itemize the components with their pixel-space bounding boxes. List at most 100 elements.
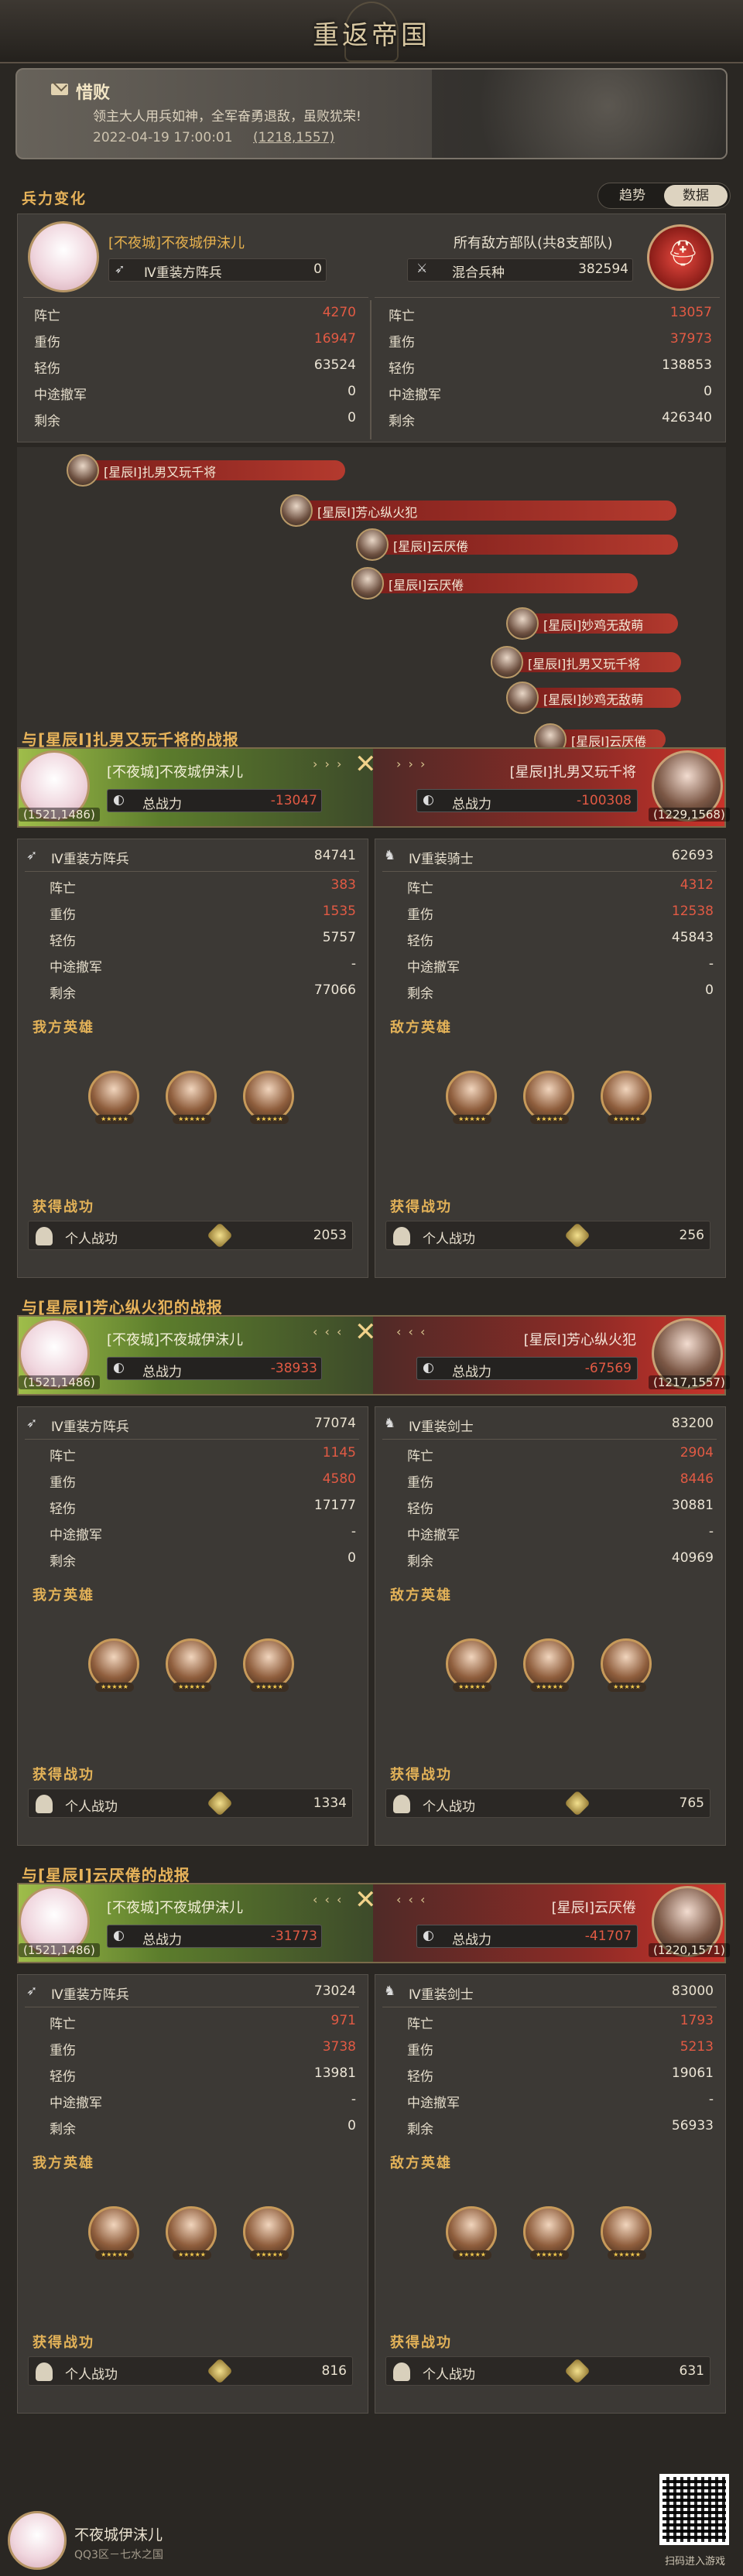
my-hero-portrait[interactable]: ★★★★★ xyxy=(243,2206,294,2260)
my-hero-portrait[interactable]: ★★★★★ xyxy=(88,1071,139,1124)
player-coord[interactable]: (1521,1486) xyxy=(19,808,100,822)
my-unit-count: 73024 xyxy=(313,1983,356,1999)
enemy-hero-portrait[interactable]: ★★★★★ xyxy=(601,2206,652,2260)
my-hero-portrait[interactable]: ★★★★★ xyxy=(166,1638,217,1692)
my-unit-type: Ⅳ重装方阵兵 xyxy=(51,852,129,867)
mine-force-value: 16947 xyxy=(313,331,356,347)
my-merit-value: 816 xyxy=(321,2363,347,2379)
my-hero-portrait[interactable]: ★★★★★ xyxy=(88,2206,139,2260)
personal-merit-label: 个人战功 xyxy=(65,1799,118,1815)
crossed-swords-icon: ✕ xyxy=(354,1884,377,1915)
my-row-label: 阵亡 xyxy=(50,881,76,897)
enemy-hero-portrait[interactable]: ★★★★★ xyxy=(446,1638,497,1692)
helmet-icon: ⛑ xyxy=(667,238,699,268)
enemy-merit-title: 获得战功 xyxy=(390,1199,452,1215)
enemy-hero-portrait[interactable]: ★★★★★ xyxy=(523,2206,574,2260)
player-avatar xyxy=(28,221,99,292)
hero-star-rating: ★★★★★ xyxy=(453,1683,491,1692)
total-power-label: 总战力 xyxy=(452,797,491,812)
enemy-coord[interactable]: (1217,1557) xyxy=(649,1375,730,1389)
mine-force-value: 0 xyxy=(348,410,356,425)
my-row-value: 77066 xyxy=(313,982,356,998)
spear-icon: ➶ xyxy=(26,1983,38,1999)
divider xyxy=(25,1439,359,1440)
helmet-merit-icon xyxy=(36,2362,53,2381)
battle-coord-link[interactable]: (1218,1557) xyxy=(253,130,334,145)
personal-merit-label: 个人战功 xyxy=(423,1799,475,1815)
enemy-hero-portrait[interactable]: ★★★★★ xyxy=(601,1071,652,1124)
my-hero-portrait[interactable]: ★★★★★ xyxy=(88,1638,139,1692)
my-row-label: 轻伤 xyxy=(50,2069,76,2085)
personal-merit-label: 个人战功 xyxy=(65,2367,118,2383)
game-logo: 重返帝国 xyxy=(313,20,430,51)
enemy-row-label: 轻伤 xyxy=(407,934,433,949)
my-hero-portrait[interactable]: ★★★★★ xyxy=(243,1071,294,1124)
enemy-hero-portrait[interactable]: ★★★★★ xyxy=(446,1071,497,1124)
enemy-hero-portrait[interactable]: ★★★★★ xyxy=(446,2206,497,2260)
hero-star-rating: ★★★★★ xyxy=(530,1683,569,1692)
my-row-value: 13981 xyxy=(313,2065,356,2081)
enemy-name: [星辰Ⅰ]云厌倦 xyxy=(551,1900,636,1916)
enemy-force-value: 426340 xyxy=(662,410,712,425)
my-unit-type: Ⅳ重装方阵兵 xyxy=(51,1420,129,1435)
enemy-hero-portrait[interactable]: ★★★★★ xyxy=(601,1638,652,1692)
enemy-power-value: -41707 xyxy=(584,1929,632,1944)
my-row-value: 971 xyxy=(330,2013,356,2028)
enemy-name: [星辰Ⅰ]芳心纵火犯 xyxy=(523,1332,636,1348)
player-coord[interactable]: (1521,1486) xyxy=(19,1375,100,1389)
crossed-swords-icon: ✕ xyxy=(354,749,377,780)
my-row-value: 0 xyxy=(348,1550,356,1566)
hero-star-rating: ★★★★★ xyxy=(95,2250,134,2260)
enemy-row-value: - xyxy=(708,1524,714,1539)
helmet-merit-icon xyxy=(393,1795,410,1813)
my-row-label: 剩余 xyxy=(50,986,76,1002)
enemy-row-value: 5213 xyxy=(680,2039,714,2055)
mine-force-value: 63524 xyxy=(313,357,356,373)
result-title: 惜败 xyxy=(76,84,111,103)
attacker-avatar xyxy=(506,682,539,714)
enemy-row-label: 重伤 xyxy=(407,907,433,923)
hero-star-rating: ★★★★★ xyxy=(608,1115,646,1124)
force-row-label: 阵亡 xyxy=(389,309,415,324)
my-unit-count: 84741 xyxy=(313,848,356,863)
enemy-hero-portrait[interactable]: ★★★★★ xyxy=(523,1638,574,1692)
force-row-label: 剩余 xyxy=(389,414,415,429)
enemy-row-label: 剩余 xyxy=(407,2122,433,2137)
divider xyxy=(370,300,372,439)
footer-server: QQ3区－七水之国 xyxy=(74,2549,163,2561)
hero-star-rating: ★★★★★ xyxy=(173,2250,211,2260)
divider xyxy=(375,297,720,298)
total-power-label: 总战力 xyxy=(452,1365,491,1380)
my-row-label: 中途撤军 xyxy=(50,2096,102,2111)
my-row-label: 重伤 xyxy=(50,2043,76,2058)
player-coord[interactable]: (1521,1486) xyxy=(19,1943,100,1957)
enemy-heroes-title: 敌方英雄 xyxy=(390,1020,452,1036)
enemy-coord[interactable]: (1229,1568) xyxy=(649,808,730,822)
dragon-artwork xyxy=(432,70,726,158)
total-power-label: 总战力 xyxy=(142,1932,182,1948)
hero-star-rating: ★★★★★ xyxy=(173,1115,211,1124)
my-row-label: 剩余 xyxy=(50,1554,76,1570)
force-row-label: 重伤 xyxy=(34,335,60,350)
my-hero-portrait[interactable]: ★★★★★ xyxy=(166,1071,217,1124)
enemy-name: [星辰Ⅰ]扎男又玩千将 xyxy=(509,764,636,781)
my-hero-portrait[interactable]: ★★★★★ xyxy=(243,1638,294,1692)
power-icon: ◐ xyxy=(113,1928,125,1943)
my-hero-portrait[interactable]: ★★★★★ xyxy=(166,2206,217,2260)
enemy-row-value: 19061 xyxy=(671,2065,714,2081)
personal-merit-label: 个人战功 xyxy=(423,1232,475,1247)
my-row-value: - xyxy=(351,2092,356,2107)
spear-icon: ➶ xyxy=(26,848,38,863)
attacker-avatar xyxy=(491,646,523,678)
enemy-hero-portrait[interactable]: ★★★★★ xyxy=(523,1071,574,1124)
hero-star-rating: ★★★★★ xyxy=(608,1683,646,1692)
tab-trend[interactable]: 趋势 xyxy=(601,185,664,207)
tab-data[interactable]: 数据 xyxy=(664,185,728,207)
hero-star-rating: ★★★★★ xyxy=(250,1115,289,1124)
enemy-coord[interactable]: (1220,1571) xyxy=(649,1943,730,1957)
player-unit-count: 0 xyxy=(313,261,322,277)
my-row-label: 轻伤 xyxy=(50,1502,76,1517)
my-row-value: - xyxy=(351,956,356,972)
attacker-avatar xyxy=(506,607,539,640)
power-icon: ◐ xyxy=(423,1360,434,1375)
